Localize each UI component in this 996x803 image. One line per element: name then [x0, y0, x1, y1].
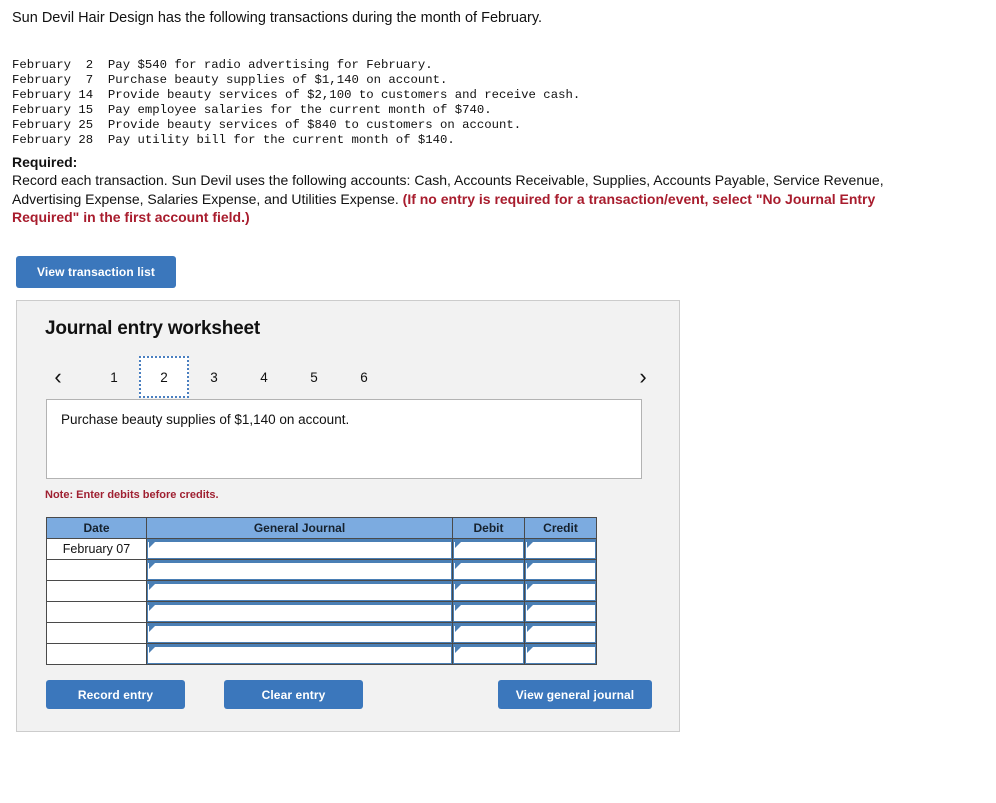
account-select-row-4[interactable] — [147, 602, 452, 622]
worksheet-title: Journal entry worksheet — [45, 318, 261, 339]
date-cell-row-6[interactable] — [46, 643, 147, 665]
debit-cell-row-6[interactable] — [452, 643, 525, 665]
table-header-row: Date General Journal Debit Credit — [46, 517, 597, 539]
credit-input-row-5[interactable] — [525, 623, 596, 643]
journal-entry-worksheet-panel: Journal entry worksheet ‹ 1 2 3 4 5 6 › … — [16, 300, 680, 732]
transaction-description-text: Purchase beauty supplies of $1,140 on ac… — [61, 412, 350, 427]
tab-6[interactable]: 6 — [339, 356, 389, 398]
column-header-date: Date — [46, 517, 147, 539]
tab-3[interactable]: 3 — [189, 356, 239, 398]
required-instructions: Record each transaction. Sun Devil uses … — [12, 171, 934, 227]
date-cell-row-5[interactable] — [46, 622, 147, 644]
general-journal-cell-row-1[interactable] — [146, 538, 453, 560]
debit-input-row-4[interactable] — [453, 602, 524, 622]
problem-intro-text: Sun Devil Hair Design has the following … — [12, 10, 543, 26]
credit-input-row-1[interactable] — [525, 539, 596, 559]
account-select-row-5[interactable] — [147, 623, 452, 643]
column-header-debit: Debit — [452, 517, 525, 539]
general-journal-cell-row-6[interactable] — [146, 643, 453, 665]
debit-input-row-5[interactable] — [453, 623, 524, 643]
table-row — [46, 580, 597, 602]
debit-cell-row-2[interactable] — [452, 559, 525, 581]
debit-cell-row-3[interactable] — [452, 580, 525, 602]
credit-input-row-2[interactable] — [525, 560, 596, 580]
table-row: February 07 — [46, 538, 597, 560]
credit-input-row-6[interactable] — [525, 644, 596, 664]
tab-5[interactable]: 5 — [289, 356, 339, 398]
column-header-credit: Credit — [524, 517, 597, 539]
debits-before-credits-note: Note: Enter debits before credits. — [45, 489, 219, 501]
credit-input-row-3[interactable] — [525, 581, 596, 601]
date-cell-row-3[interactable] — [46, 580, 147, 602]
general-journal-cell-row-3[interactable] — [146, 580, 453, 602]
worksheet-tab-strip: 1 2 3 4 5 6 — [89, 356, 389, 398]
required-heading: Required: — [12, 154, 78, 170]
debit-input-row-6[interactable] — [453, 644, 524, 664]
credit-cell-row-2[interactable] — [524, 559, 597, 581]
chevron-left-icon[interactable]: ‹ — [43, 356, 73, 398]
column-header-general-journal: General Journal — [146, 517, 453, 539]
table-row — [46, 601, 597, 623]
credit-cell-row-4[interactable] — [524, 601, 597, 623]
debit-input-row-2[interactable] — [453, 560, 524, 580]
debit-input-row-1[interactable] — [453, 539, 524, 559]
general-journal-cell-row-5[interactable] — [146, 622, 453, 644]
general-journal-cell-row-4[interactable] — [146, 601, 453, 623]
account-select-row-3[interactable] — [147, 581, 452, 601]
transaction-list-text: February 2 Pay $540 for radio advertisin… — [12, 58, 581, 148]
credit-cell-row-1[interactable] — [524, 538, 597, 560]
view-general-journal-button[interactable]: View general journal — [498, 680, 652, 709]
clear-entry-button[interactable]: Clear entry — [224, 680, 363, 709]
debit-input-row-3[interactable] — [453, 581, 524, 601]
account-select-row-6[interactable] — [147, 644, 452, 664]
debit-cell-row-4[interactable] — [452, 601, 525, 623]
date-cell-row-1[interactable]: February 07 — [46, 538, 147, 560]
debit-cell-row-1[interactable] — [452, 538, 525, 560]
tab-2[interactable]: 2 — [139, 356, 189, 398]
required-section: Required: Record each transaction. Sun D… — [12, 153, 934, 227]
credit-cell-row-5[interactable] — [524, 622, 597, 644]
table-row — [46, 643, 597, 665]
tab-4[interactable]: 4 — [239, 356, 289, 398]
account-select-row-2[interactable] — [147, 560, 452, 580]
credit-input-row-4[interactable] — [525, 602, 596, 622]
credit-cell-row-6[interactable] — [524, 643, 597, 665]
date-cell-row-2[interactable] — [46, 559, 147, 581]
view-transaction-list-button[interactable]: View transaction list — [16, 256, 176, 288]
general-journal-cell-row-2[interactable] — [146, 559, 453, 581]
chevron-right-icon[interactable]: › — [628, 356, 658, 398]
table-row — [46, 622, 597, 644]
worksheet-tabs-row: ‹ 1 2 3 4 5 6 › — [17, 356, 681, 398]
transaction-description-box: Purchase beauty supplies of $1,140 on ac… — [46, 399, 642, 479]
journal-entry-table: Date General Journal Debit Credit Februa… — [46, 517, 597, 665]
account-select-row-1[interactable] — [147, 539, 452, 559]
record-entry-button[interactable]: Record entry — [46, 680, 185, 709]
tab-1[interactable]: 1 — [89, 356, 139, 398]
date-cell-row-4[interactable] — [46, 601, 147, 623]
table-row — [46, 559, 597, 581]
debit-cell-row-5[interactable] — [452, 622, 525, 644]
credit-cell-row-3[interactable] — [524, 580, 597, 602]
